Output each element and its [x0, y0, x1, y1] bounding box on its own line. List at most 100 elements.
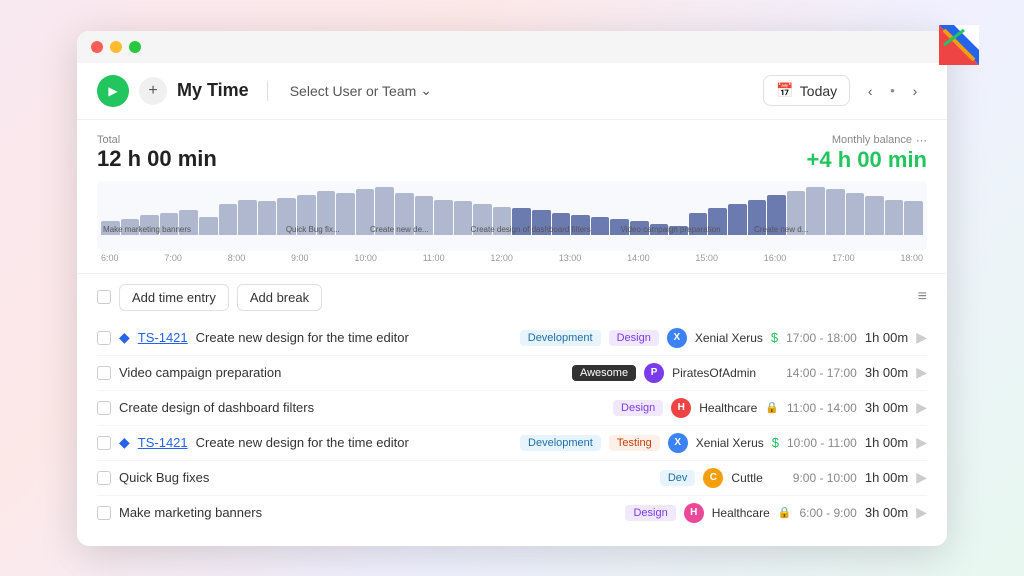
- chart-bar: [630, 221, 649, 234]
- select-all-checkbox[interactable]: [97, 290, 111, 304]
- task-tag: Awesome: [572, 365, 636, 381]
- chart-bar: [395, 193, 414, 235]
- duration: 3h 00m: [865, 365, 908, 380]
- chart-bar: [140, 215, 159, 234]
- chart-time-label: 18:00: [900, 253, 923, 263]
- task-id[interactable]: TS-1421: [138, 435, 188, 450]
- row-checkbox[interactable]: [97, 331, 111, 345]
- chart-time-label: 12:00: [490, 253, 513, 263]
- chart-bar: [865, 196, 884, 234]
- chart-bar: [826, 189, 845, 234]
- user-name: Healthcare: [712, 506, 770, 520]
- duration: 1h 00m: [865, 330, 908, 345]
- chart-bar: [317, 191, 336, 235]
- duration: 3h 00m: [865, 400, 908, 415]
- select-user-dropdown[interactable]: Select User or Team ⌄: [282, 78, 440, 103]
- add-break-button[interactable]: Add break: [237, 284, 322, 311]
- chart-bar: [434, 200, 453, 235]
- chart-bar: [708, 208, 727, 234]
- chart-bar: [101, 221, 120, 234]
- filter-button[interactable]: ≡: [918, 288, 927, 306]
- chart-bar: [238, 200, 257, 235]
- play-row-button[interactable]: ▶: [916, 329, 927, 346]
- play-row-button[interactable]: ▶: [916, 399, 927, 416]
- chart-time-label: 10:00: [354, 253, 377, 263]
- chart-bar: [552, 213, 571, 235]
- minimize-dot[interactable]: [110, 41, 122, 53]
- row-checkbox[interactable]: [97, 506, 111, 520]
- play-button[interactable]: ▶: [97, 75, 129, 107]
- billing-icon: $: [772, 435, 779, 450]
- row-checkbox[interactable]: [97, 401, 111, 415]
- chart-bar: [297, 195, 316, 234]
- chart-time-label: 17:00: [832, 253, 855, 263]
- play-row-button[interactable]: ▶: [916, 364, 927, 381]
- more-button[interactable]: ⋯: [916, 134, 927, 147]
- chart-bar: [454, 201, 473, 234]
- table-row: Video campaign preparationAwesomePPirate…: [97, 356, 927, 391]
- chart-time-label: 6:00: [101, 253, 119, 263]
- play-row-button[interactable]: ▶: [916, 504, 927, 521]
- add-button[interactable]: +: [139, 77, 167, 105]
- today-label: Today: [800, 83, 837, 99]
- today-button[interactable]: 📅 Today: [763, 75, 850, 106]
- user-name: Xenial Xerus: [696, 436, 764, 450]
- chart-time-label: 16:00: [764, 253, 787, 263]
- browser-window: ▶ + My Time Select User or Team ⌄ 📅 Toda…: [77, 31, 947, 546]
- total-block: Total 12 h 00 min: [97, 134, 217, 172]
- logo-badge: [934, 20, 984, 70]
- task-tag: Development: [520, 330, 601, 346]
- task-name: Quick Bug fixes: [119, 470, 652, 485]
- chart-bar: [258, 201, 277, 234]
- chart-time-label: 8:00: [228, 253, 246, 263]
- chart-bar: [532, 210, 551, 234]
- time-range: 17:00 - 18:00: [786, 331, 857, 345]
- prev-button[interactable]: ‹: [858, 79, 882, 103]
- table-row: ◆TS-1421Create new design for the time e…: [97, 321, 927, 356]
- chart-bar: [356, 189, 375, 234]
- duration: 1h 00m: [865, 435, 908, 450]
- task-tag: Development: [520, 435, 601, 451]
- chart-bar: [199, 217, 218, 234]
- next-button[interactable]: ›: [903, 79, 927, 103]
- avatar: X: [668, 433, 688, 453]
- task-tag: Design: [625, 505, 675, 521]
- chart-bar: [277, 198, 296, 235]
- divider: [267, 81, 268, 101]
- table-actions: Add time entry Add break ≡: [97, 284, 927, 311]
- task-id[interactable]: TS-1421: [138, 330, 188, 345]
- row-checkbox[interactable]: [97, 366, 111, 380]
- avatar: H: [684, 503, 704, 523]
- task-tag: Design: [609, 330, 659, 346]
- task-list: ◆ TS-1421 Create new design for the time e…: [97, 321, 927, 530]
- avatar: H: [671, 398, 691, 418]
- task-tag: Testing: [609, 435, 660, 451]
- chart-area: Make marketing bannersQuick Bug fix...Cr…: [97, 181, 927, 251]
- play-row-button[interactable]: ▶: [916, 434, 927, 451]
- billing-icon: $: [771, 330, 778, 345]
- maximize-dot[interactable]: [129, 41, 141, 53]
- task-name: Video campaign preparation: [119, 365, 564, 380]
- user-name: PiratesOfAdmin: [672, 366, 756, 380]
- row-checkbox[interactable]: [97, 471, 111, 485]
- task-name: Create new design for the time editor: [196, 435, 512, 450]
- chart-labels: 6:007:008:009:0010:0011:0012:0013:0014:0…: [97, 253, 927, 263]
- chart-bar: [669, 226, 688, 235]
- add-time-entry-button[interactable]: Add time entry: [119, 284, 229, 311]
- titlebar: [77, 31, 947, 63]
- row-checkbox[interactable]: [97, 436, 111, 450]
- table-row: ◆TS-1421Create new design for the time e…: [97, 426, 927, 461]
- chart-bar: [591, 217, 610, 234]
- table-row: Quick Bug fixesDevCCuttle9:00 - 10:001h …: [97, 461, 927, 496]
- chart-bar: [219, 204, 238, 235]
- close-dot[interactable]: [91, 41, 103, 53]
- chart-time-label: 13:00: [559, 253, 582, 263]
- chart-bar: [571, 215, 590, 234]
- diamond-icon: ◆: [119, 329, 130, 346]
- play-row-button[interactable]: ▶: [916, 469, 927, 486]
- chart-time-label: 9:00: [291, 253, 309, 263]
- chart-bar: [160, 213, 179, 235]
- table-row: Make marketing bannersDesignHHealthcare🔒…: [97, 496, 927, 530]
- chart-section: Total 12 h 00 min Monthly balance ⋯ +4 h…: [77, 120, 947, 274]
- chart-bar: [904, 201, 923, 234]
